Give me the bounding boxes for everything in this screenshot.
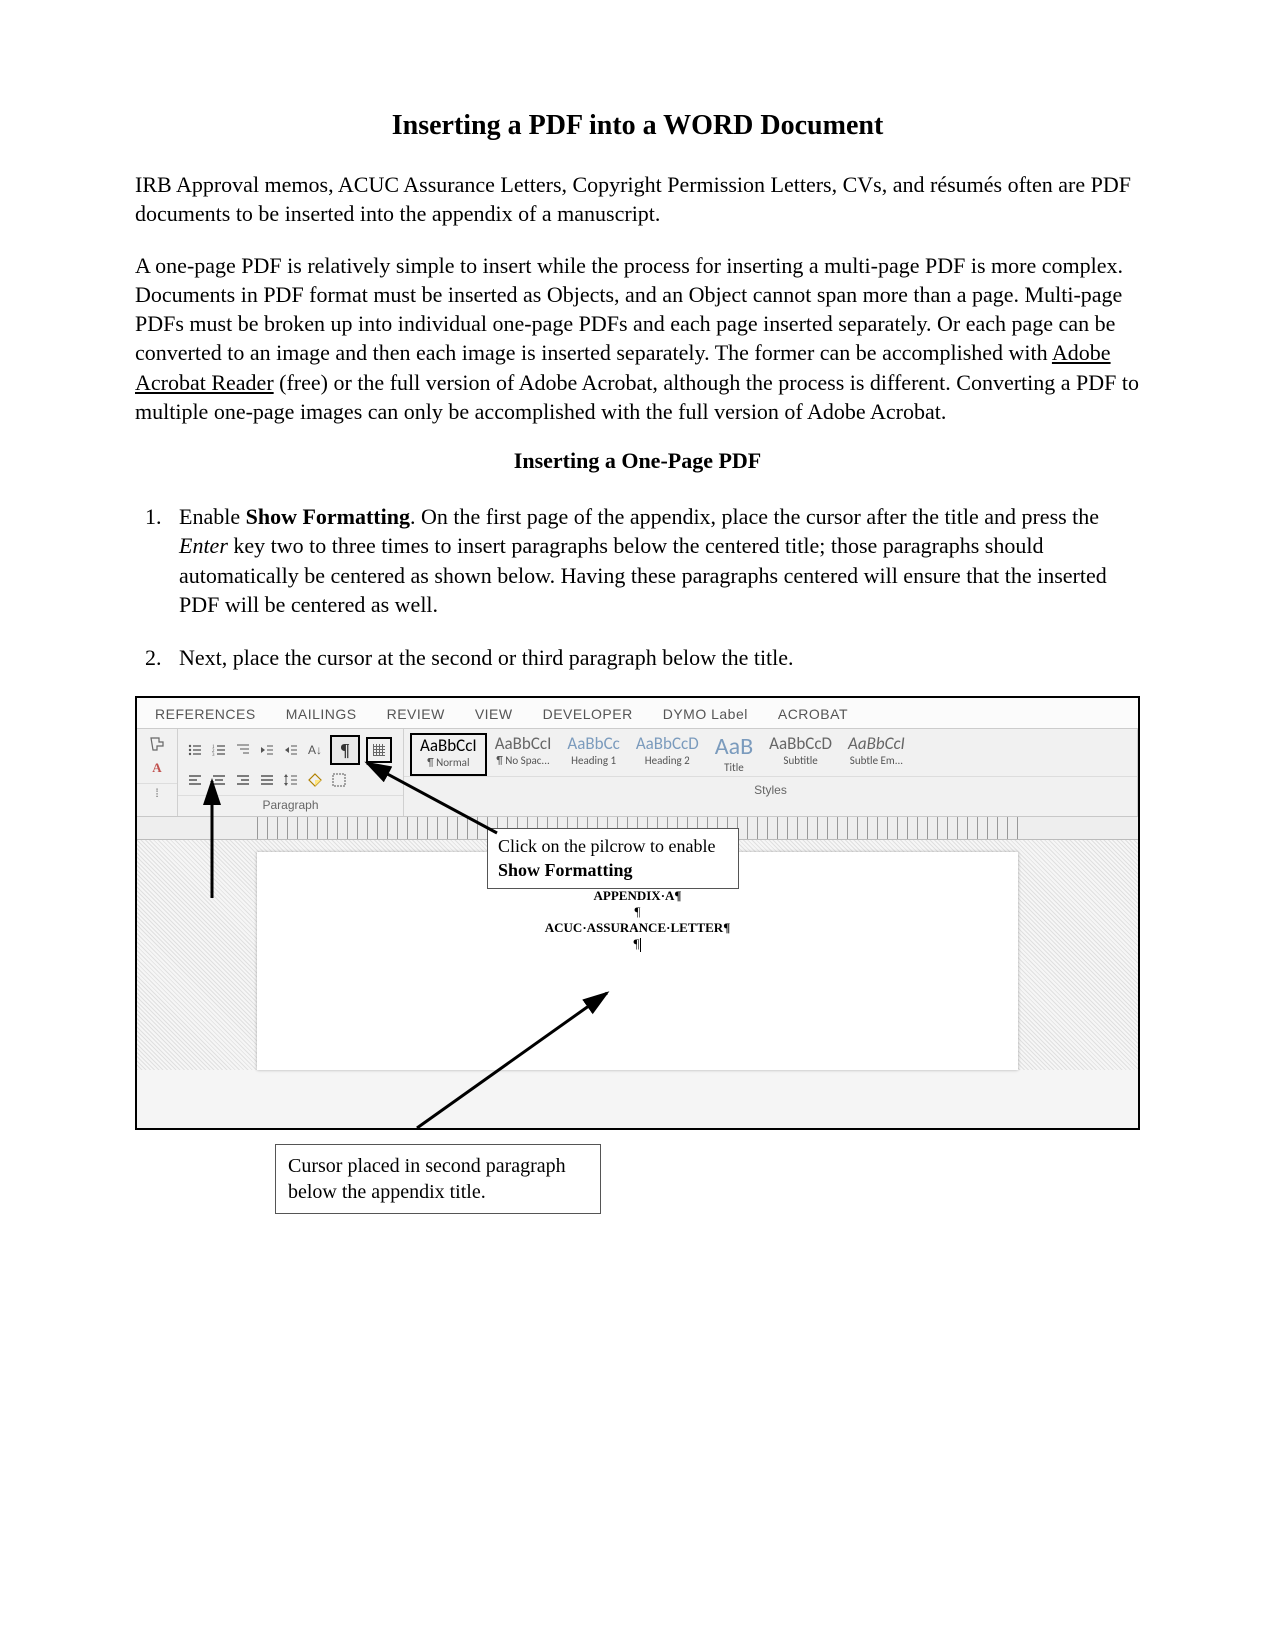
style-name-label: Subtle Em... <box>850 754 903 767</box>
word-screenshot: REFERENCES MAILINGS REVIEW VIEW DEVELOPE… <box>135 696 1140 1130</box>
style-item-1[interactable]: AaBbCcI ¶ No Spac... <box>487 733 560 776</box>
step1-text-a: Enable <box>179 504 246 529</box>
tab-dymo-label[interactable]: DYMO Label <box>663 706 748 722</box>
borders-dropdown-icon[interactable] <box>330 771 348 789</box>
style-item-3[interactable]: AaBbCcD Heading 2 <box>628 733 707 776</box>
format-painter-icon[interactable] <box>148 735 166 753</box>
intro-paragraph-1: IRB Approval memos, ACUC Assurance Lette… <box>135 170 1140 229</box>
intro-paragraph-2: A one-page PDF is relatively simple to i… <box>135 251 1140 427</box>
shading-icon[interactable] <box>306 771 324 789</box>
paragraph-group-label: Paragraph <box>178 795 403 816</box>
text-cursor <box>640 938 641 952</box>
tab-acrobat[interactable]: ACROBAT <box>778 706 848 722</box>
style-name-label: Subtitle <box>783 754 817 767</box>
callout1-text: Click on the pilcrow to enable <box>498 836 715 856</box>
align-left-icon[interactable] <box>186 771 204 789</box>
intro2-pre: A one-page PDF is relatively simple to i… <box>135 253 1123 366</box>
multilevel-list-icon[interactable] <box>234 741 252 759</box>
style-item-0[interactable]: AaBbCcI ¶ Normal <box>410 733 487 776</box>
line-spacing-icon[interactable] <box>282 771 300 789</box>
style-name-label: Heading 1 <box>571 754 616 767</box>
doc-pilcrow-text: ¶ <box>634 936 640 951</box>
align-right-icon[interactable] <box>234 771 252 789</box>
step-1: Enable Show Formatting. On the first pag… <box>167 502 1140 619</box>
decrease-indent-icon[interactable] <box>258 741 276 759</box>
tab-review[interactable]: REVIEW <box>387 706 445 722</box>
style-preview: AaB <box>715 735 753 759</box>
style-item-5[interactable]: AaBbCcD Subtitle <box>761 733 840 776</box>
style-preview: AaBbCcD <box>769 735 832 752</box>
justify-icon[interactable] <box>258 771 276 789</box>
intro2-post: (free) or the full version of Adobe Acro… <box>135 370 1139 424</box>
page-title: Inserting a PDF into a WORD Document <box>135 110 1140 142</box>
styles-group-label: Styles <box>404 776 1137 801</box>
styles-group: AaBbCcI¶ NormalAaBbCcI¶ No Spac...AaBbCc… <box>404 729 1138 816</box>
callout-cursor: Cursor placed in second paragraph below … <box>275 1144 601 1214</box>
ribbon-tabs: REFERENCES MAILINGS REVIEW VIEW DEVELOPE… <box>137 698 1138 728</box>
style-item-6[interactable]: AaBbCcI Subtle Em... <box>840 733 913 776</box>
step1-text-c: . On the first page of the appendix, pla… <box>410 504 1099 529</box>
styles-gallery[interactable]: AaBbCcI¶ NormalAaBbCcI¶ No Spac...AaBbCc… <box>404 729 1137 776</box>
numbering-icon[interactable]: 123 <box>210 741 228 759</box>
style-preview: AaBbCcD <box>636 735 699 752</box>
ribbon: A ⁞ 123 <box>137 728 1138 817</box>
increase-indent-icon[interactable] <box>282 741 300 759</box>
bullets-icon[interactable] <box>186 741 204 759</box>
style-item-2[interactable]: AaBbCc Heading 1 <box>559 733 627 776</box>
step1-text-e: key two to three times to insert paragra… <box>179 533 1107 617</box>
section-heading: Inserting a One-Page PDF <box>135 448 1140 474</box>
style-preview: AaBbCcI <box>420 737 477 754</box>
step1-italic: Enter <box>179 533 228 558</box>
tab-view[interactable]: VIEW <box>475 706 513 722</box>
tab-mailings[interactable]: MAILINGS <box>286 706 357 722</box>
style-name-label: Title <box>724 761 744 774</box>
doc-line-pilcrow-1: ¶ <box>257 904 1018 920</box>
doc-line-pilcrow-2: ¶ <box>257 936 1018 952</box>
align-center-icon[interactable] <box>210 771 228 789</box>
sort-icon[interactable]: A↓ <box>306 741 324 759</box>
doc-line-appendix: APPENDIX·A¶ <box>257 888 1018 904</box>
steps-list: Enable Show Formatting. On the first pag… <box>135 502 1140 672</box>
tab-developer[interactable]: DEVELOPER <box>543 706 633 722</box>
style-preview: AaBbCcI <box>495 735 552 752</box>
tab-references[interactable]: REFERENCES <box>155 706 256 722</box>
style-preview: AaBbCcI <box>848 735 905 752</box>
step1-bold: Show Formatting <box>246 504 410 529</box>
style-name-label: Heading 2 <box>645 754 690 767</box>
step-2: Next, place the cursor at the second or … <box>167 643 1140 672</box>
style-name-label: ¶ Normal <box>427 756 469 769</box>
style-preview: AaBbCc <box>567 735 619 752</box>
callout-pilcrow: Click on the pilcrow to enable Show Form… <box>487 828 739 889</box>
doc-line-acuc: ACUC·ASSURANCE·LETTER¶ <box>257 920 1018 936</box>
borders-button[interactable] <box>366 737 392 763</box>
callout1-bold: Show Formatting <box>498 860 633 880</box>
font-group-label: ⁞ <box>137 783 177 804</box>
pilcrow-button[interactable]: ¶ <box>330 735 360 765</box>
style-name-label: ¶ No Spac... <box>496 754 549 767</box>
svg-text:3: 3 <box>212 753 215 758</box>
style-item-4[interactable]: AaB Title <box>707 733 761 776</box>
font-color-icon[interactable]: A <box>148 759 166 777</box>
